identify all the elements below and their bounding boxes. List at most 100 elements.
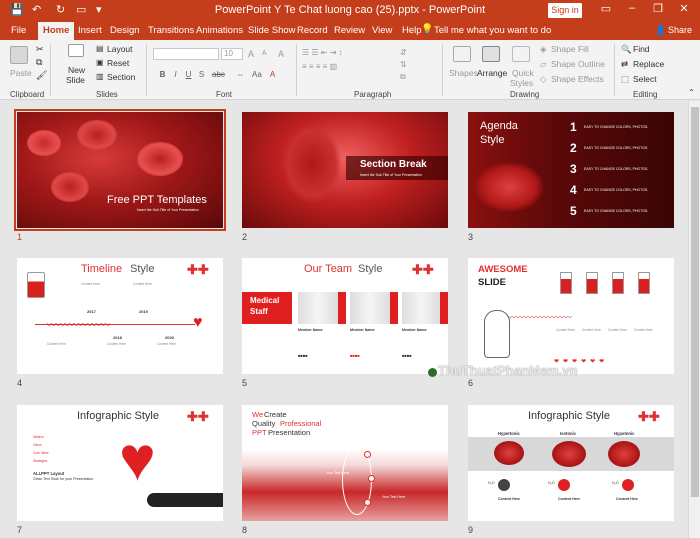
shape-effects-button[interactable]: Shape Effects [551, 74, 604, 84]
restore-button[interactable]: ❐ [648, 2, 668, 15]
tab-animations[interactable]: Animations [196, 25, 243, 36]
paste-button[interactable]: Paste [10, 68, 32, 78]
blood-cells-graphic [282, 124, 342, 204]
tab-transitions[interactable]: Transitions [148, 25, 194, 36]
heart-hand-icon: ♥ [193, 314, 203, 331]
layout-button[interactable]: Layout [107, 44, 133, 54]
tab-insert[interactable]: Insert [78, 25, 102, 36]
minimize-button[interactable]: – [622, 2, 642, 14]
tab-design[interactable]: Design [110, 25, 140, 36]
layout-icon: ▤ [96, 44, 104, 53]
cut-icon[interactable]: ✂ [36, 44, 44, 55]
tab-view[interactable]: View [372, 25, 392, 36]
shapes-icon[interactable] [453, 46, 471, 62]
slide-thumbnail-8[interactable]: We Create Quality Professional PPT Prese… [242, 405, 448, 521]
clear-formatting-button[interactable]: A [278, 49, 284, 59]
bullets-icon[interactable]: ☰ ☰ ⇤ ⇥ ↕ [302, 48, 343, 57]
tab-slide-show[interactable]: Slide Show [248, 25, 296, 36]
tab-help[interactable]: Help [402, 25, 422, 36]
change-case-button[interactable]: Aa [252, 70, 262, 79]
scrollbar-thumb[interactable] [691, 107, 699, 497]
grow-font-button[interactable]: A [248, 49, 254, 59]
blood-cell-graphic [51, 172, 89, 202]
slide-thumbnail-2[interactable]: Section Break Insert the Sub Title of Yo… [242, 112, 448, 228]
slide-title: Infographic Style [77, 410, 159, 422]
character-spacing-button[interactable]: ⇔ [236, 70, 245, 79]
shrink-font-button[interactable]: A [262, 50, 267, 57]
arrange-button[interactable]: Arrange [477, 68, 507, 78]
tab-review[interactable]: Review [334, 25, 365, 36]
arrange-icon[interactable] [482, 46, 500, 62]
tab-file[interactable]: File [11, 25, 26, 36]
section-button[interactable]: Section [107, 72, 135, 82]
slide-number: 2 [242, 232, 248, 242]
slide-thumbnail-6[interactable]: AWESOME SLIDE 〰〰〰〰〰〰〰〰 Content Here Cont… [468, 258, 674, 374]
blood-cell-graphic [552, 441, 586, 467]
hand-silhouette-graphic [147, 493, 223, 507]
lightbulb-icon: 💡 [421, 24, 434, 35]
copy-icon[interactable]: ⧉ [36, 57, 42, 68]
slide-heading-line1-a: We [252, 410, 264, 419]
align-text-icon[interactable]: ⇅ [400, 60, 407, 69]
blood-cell-graphic [27, 130, 61, 156]
agenda-item-text: EASY TO CHANGE COLORS, PHOTOS. [584, 188, 649, 192]
group-drawing: Drawing [510, 90, 540, 99]
replace-button[interactable]: Replace [633, 59, 664, 69]
alignment-icons[interactable]: ≡ ≡ ≡ ≡ ▥ [302, 62, 337, 71]
shape-outline-button[interactable]: Shape Outline [551, 59, 605, 69]
quick-styles-button[interactable]: Quick [512, 68, 534, 78]
sign-in-button[interactable]: Sign in [548, 3, 582, 18]
group-clipboard: Clipboard [10, 90, 45, 99]
underline-button[interactable]: U [184, 70, 193, 79]
font-size-field[interactable]: 10 [221, 48, 243, 60]
slide-thumbnail-5[interactable]: Our Team Style ✚✚ Medical Staff Member N… [242, 258, 448, 374]
group-slides: Slides [96, 90, 118, 99]
agenda-item-text: EASY TO CHANGE COLORS, PHOTOS. [584, 209, 649, 213]
slide-thumbnail-9[interactable]: Infographic Style ✚✚ Hypertonic Isotonic… [468, 405, 674, 521]
quick-styles-button-label[interactable]: Styles [510, 78, 533, 88]
share-button[interactable]: Share [668, 25, 692, 35]
strikethrough-button[interactable]: abc [212, 70, 225, 79]
italic-button[interactable]: I [171, 70, 180, 79]
quick-styles-icon[interactable] [512, 46, 530, 62]
vertical-scrollbar[interactable] [688, 101, 700, 538]
slide-thumbnail-7[interactable]: Infographic Style ✚✚ Mission Vision Core… [17, 405, 223, 521]
smartart-icon[interactable]: ⧉ [400, 72, 406, 82]
find-button[interactable]: Find [633, 44, 650, 54]
paste-icon[interactable] [10, 46, 28, 64]
tell-me-search[interactable]: Tell me what you want to do [434, 25, 551, 36]
collapse-ribbon-icon[interactable]: ⌃ [688, 88, 695, 97]
shape-fill-icon: ◈ [540, 44, 547, 54]
new-slide-button-label[interactable]: Slide [66, 75, 85, 85]
blood-cell-graphic [608, 441, 640, 467]
tab-home[interactable]: Home [38, 22, 75, 40]
format-painter-icon[interactable]: 🖌 [36, 70, 47, 81]
agenda-item-text: EASY TO CHANGE COLORS, PHOTOS. [584, 146, 649, 150]
reset-button[interactable]: Reset [107, 58, 129, 68]
text-direction-icon[interactable]: ⇵ [400, 48, 407, 57]
shape-fill-button[interactable]: Shape Fill [551, 44, 589, 54]
slide-title: Timeline [81, 263, 123, 275]
slide-thumbnail-4[interactable]: Timeline Style ✚✚ 〰〰〰〰〰〰〰 2017 2018 2019… [17, 258, 223, 374]
new-slide-icon[interactable] [68, 44, 84, 57]
font-name-field[interactable] [153, 48, 219, 60]
slide-number: 3 [468, 232, 474, 242]
slide-number: 7 [17, 525, 23, 535]
social-icons: ■■■■ [350, 353, 360, 358]
slide-heading-line2-b: Professional [280, 419, 322, 428]
slide-thumbnail-1[interactable]: Free PPT Templates Insert the Sub Title … [14, 109, 226, 231]
shadow-button[interactable]: S [197, 70, 206, 79]
bold-button[interactable]: B [158, 70, 167, 79]
icon-dot [364, 451, 371, 458]
shapes-button[interactable]: Shapes [449, 68, 478, 78]
font-color-button[interactable]: A [268, 70, 277, 79]
content-label: Content Here [608, 328, 627, 332]
tab-record[interactable]: Record [297, 25, 328, 36]
slide-thumbnail-3[interactable]: Agenda Style 1 2 3 4 5 EASY TO CHANGE CO… [468, 112, 674, 228]
content-label: Content Here [157, 342, 176, 346]
ribbon-display-options-icon[interactable]: ▭ [596, 2, 616, 15]
text-label: Your Text Here [326, 471, 349, 475]
new-slide-button[interactable]: New [68, 65, 85, 75]
select-button[interactable]: Select [633, 74, 657, 84]
close-button[interactable]: ✕ [674, 2, 694, 15]
